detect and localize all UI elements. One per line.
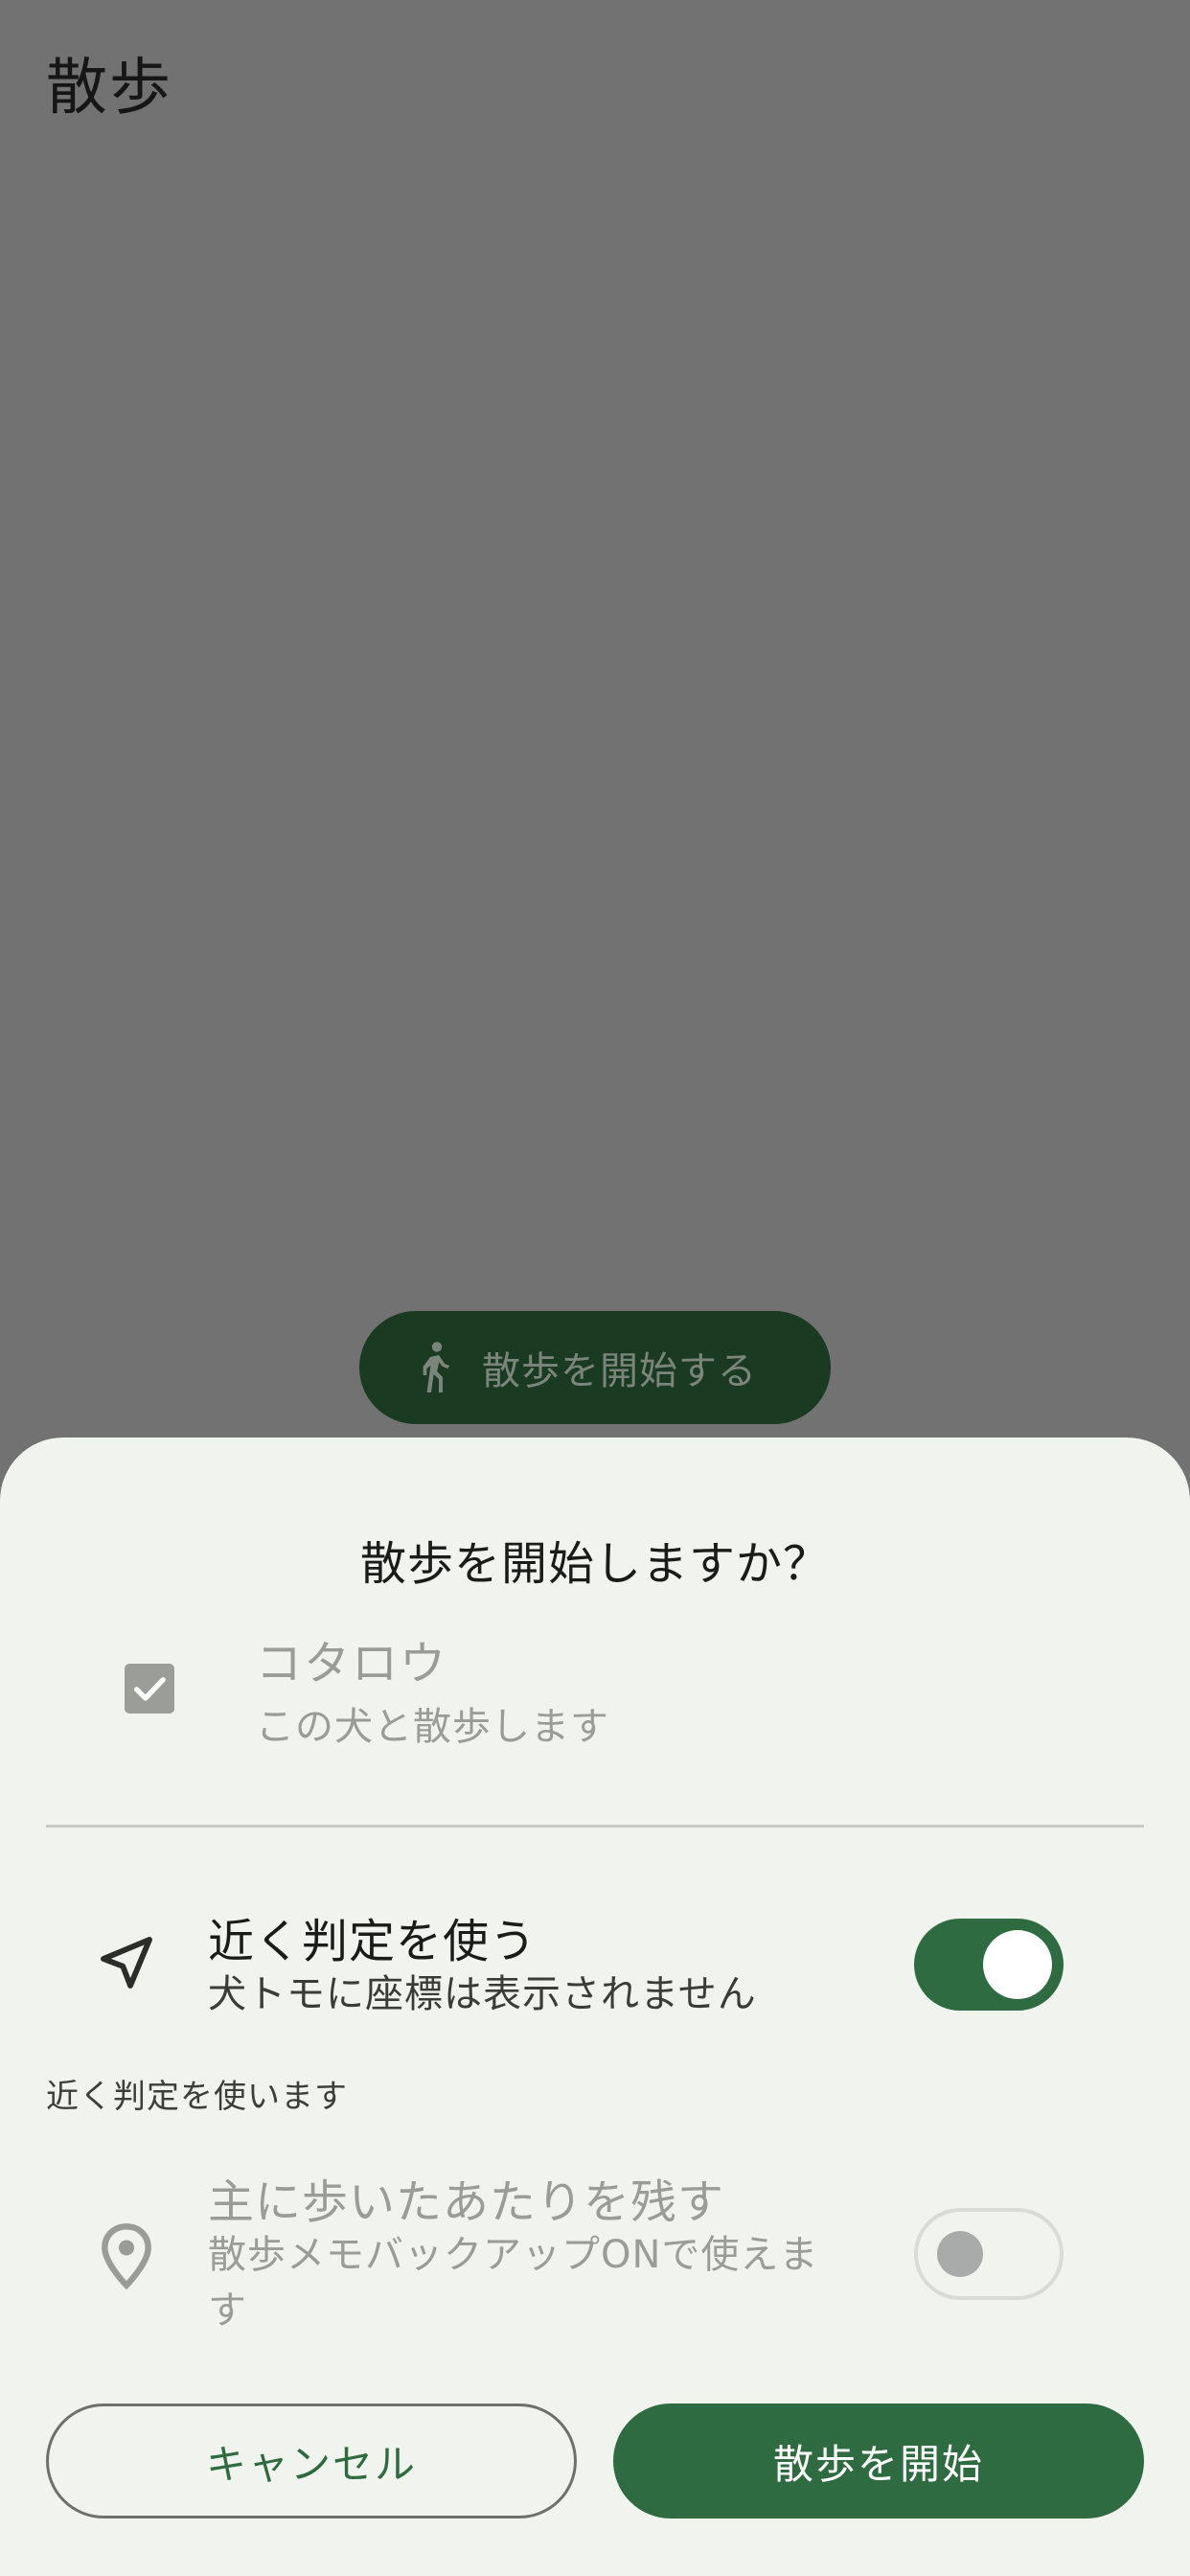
toggle-knob [937, 2231, 983, 2277]
toggle-knob [983, 1930, 1052, 1999]
nearby-subtitle: 犬トモに座標は表示されません [208, 1972, 757, 2016]
start-walk-fab-label: 散歩を開始する [482, 1349, 757, 1393]
route-subtitle-line1: 散歩メモバックアップONで使えま [208, 2233, 819, 2277]
map-pin-icon [102, 2223, 151, 2290]
walk-screen: 散歩 散歩を開始する 散歩を開始しますか？ コタロウ この犬と散歩します 近く判… [0, 0, 1190, 2576]
route-toggle[interactable] [914, 2208, 1064, 2300]
check-icon [134, 1677, 166, 1701]
sheet-title: 散歩を開始しますか？ [359, 1537, 830, 1591]
nearby-title: 近く判定を使う [208, 1915, 538, 1968]
start-walk-fab[interactable]: 散歩を開始する [359, 1311, 831, 1424]
dog-subtitle: この犬と散歩します [256, 1705, 609, 1749]
route-title: 主に歩いたあたりを残す [208, 2175, 725, 2229]
divider [46, 1825, 1144, 1828]
start-walk-button[interactable]: 散歩を開始 [613, 2404, 1144, 2518]
nearby-toggle[interactable] [914, 1919, 1064, 2011]
dog-checkbox[interactable] [125, 1664, 174, 1714]
dog-name: コタロウ [256, 1637, 448, 1690]
nearby-helper-text: 近く判定を使います [46, 2078, 348, 2116]
navigation-arrow-icon [101, 1937, 152, 1989]
page-title: 散歩 [46, 53, 172, 124]
cancel-button[interactable]: キャンセル [46, 2404, 577, 2518]
walking-person-icon [423, 1342, 449, 1392]
route-subtitle-line2: す [208, 2288, 247, 2333]
start-walk-bottom-sheet: 散歩を開始しますか？ コタロウ この犬と散歩します 近く判定を使う 犬トモに座標… [0, 1438, 1190, 2576]
